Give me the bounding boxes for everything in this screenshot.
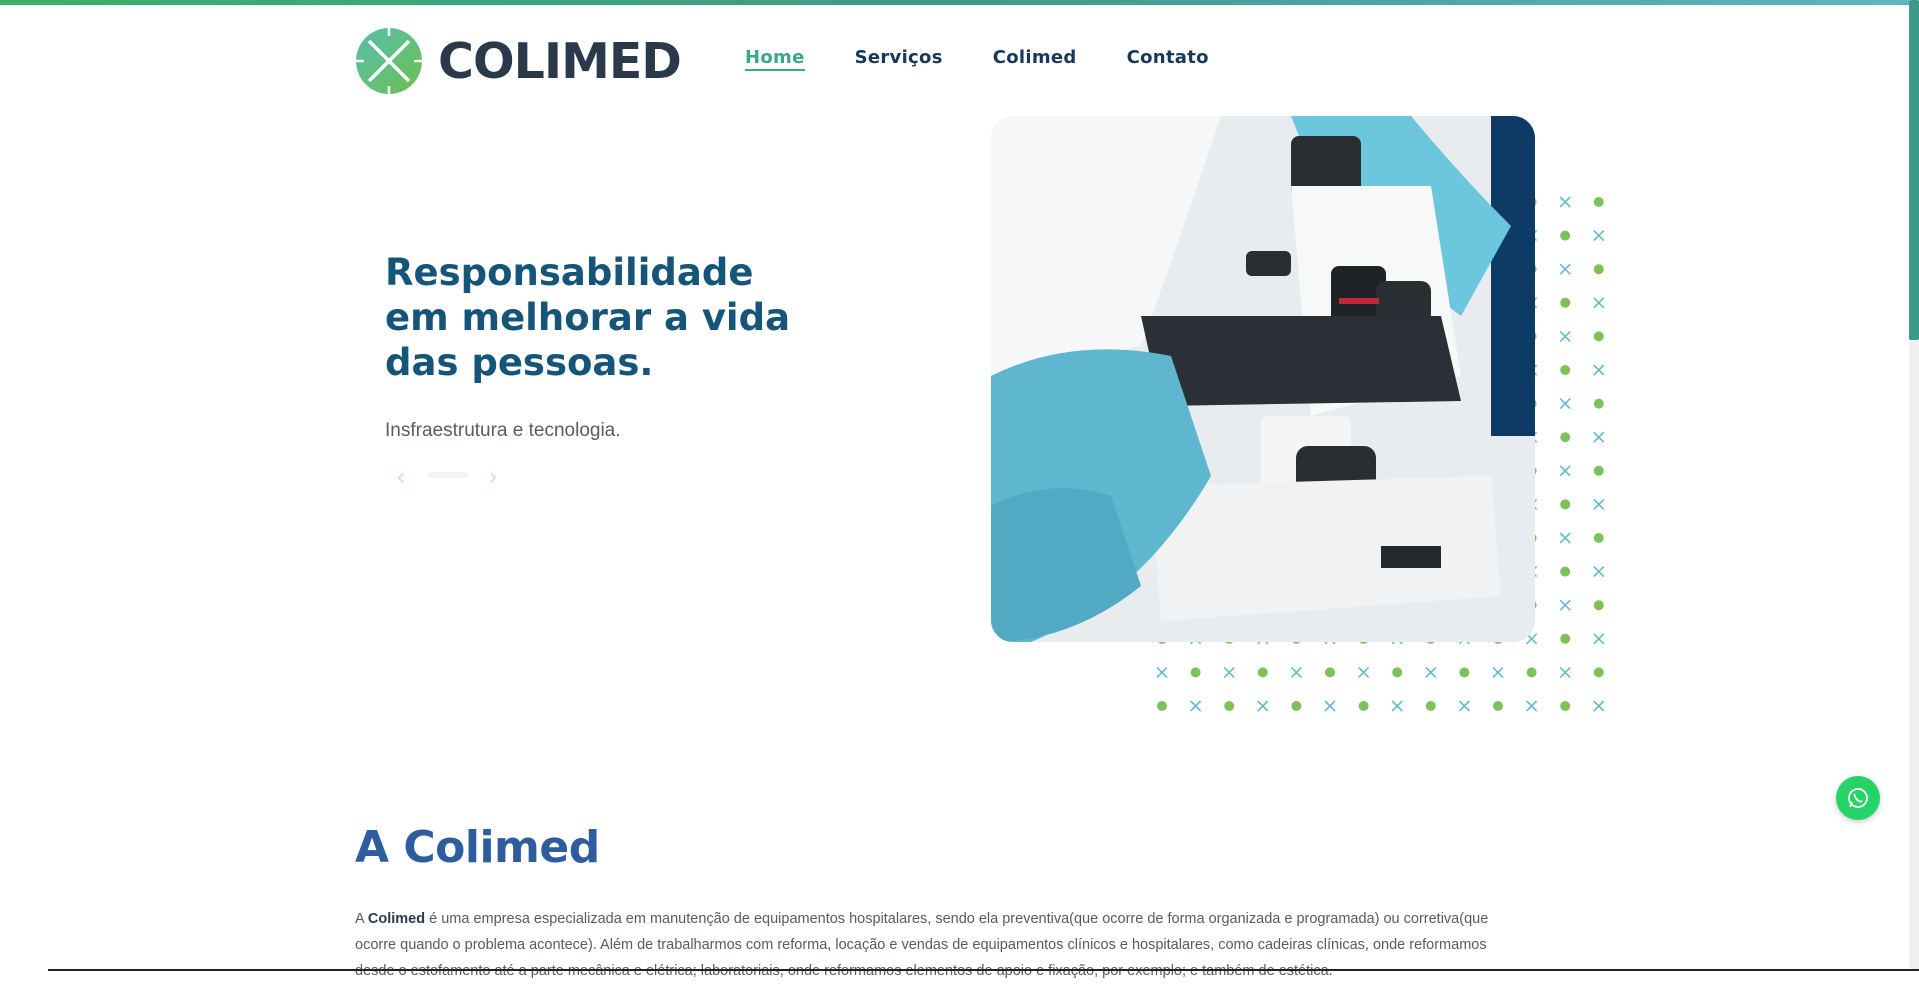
- pattern-x-mark: [1559, 398, 1571, 410]
- pattern-x-mark: [1559, 263, 1571, 275]
- pattern-x-mark: [1559, 465, 1571, 477]
- pattern-x-mark: [1559, 330, 1571, 342]
- pattern-x-mark: [1593, 230, 1605, 242]
- nav-contato[interactable]: Contato: [1127, 47, 1209, 71]
- pattern-x-mark: [1190, 700, 1202, 712]
- nav-servicos[interactable]: Serviços: [855, 47, 943, 71]
- pattern-dot: [1560, 499, 1571, 510]
- about-brand: Colimed: [367, 911, 426, 927]
- hero-image-microscope: [991, 116, 1535, 642]
- pattern-dot: [1560, 566, 1571, 577]
- about-prefix: A: [355, 911, 368, 927]
- pattern-x-mark: [1593, 364, 1605, 376]
- pattern-dot: [1560, 633, 1571, 644]
- pattern-dot: [1593, 264, 1604, 275]
- nav-colimed[interactable]: Colimed: [993, 47, 1077, 71]
- pattern-x-mark: [1559, 532, 1571, 544]
- pattern-dot: [1291, 701, 1302, 711]
- pattern-x-mark: [1425, 666, 1437, 678]
- pattern-dot: [1358, 701, 1369, 711]
- pattern-dot: [1459, 667, 1470, 678]
- whatsapp-icon: [1848, 788, 1868, 808]
- pattern-x-mark: [1526, 700, 1538, 712]
- hero-title: Responsabilidade em melhorar a vida das …: [385, 251, 791, 384]
- pattern-dot: [1593, 398, 1604, 409]
- brand-logo[interactable]: COLIMED: [355, 27, 682, 95]
- pattern-dot: [1593, 667, 1604, 678]
- nav-home[interactable]: Home: [745, 47, 805, 71]
- pattern-x-mark: [1559, 196, 1571, 208]
- pattern-dot: [1593, 331, 1604, 342]
- pattern-dot: [1224, 701, 1235, 711]
- pattern-x-mark: [1559, 666, 1571, 678]
- pattern-dot: [1325, 667, 1335, 678]
- chevron-left-icon[interactable]: ‹: [386, 462, 416, 492]
- pattern-x-mark: [1290, 666, 1302, 678]
- pattern-dot: [1257, 667, 1268, 678]
- pattern-dot: [1593, 600, 1604, 611]
- pattern-x-mark: [1492, 666, 1504, 678]
- about-title: A Colimed: [355, 822, 600, 873]
- pattern-x-mark: [1593, 633, 1605, 645]
- pattern-x-mark: [1593, 498, 1605, 510]
- logo-x-icon: [356, 28, 422, 94]
- pattern-x-mark: [1223, 666, 1235, 678]
- pattern-x-mark: [1559, 599, 1571, 611]
- pattern-dot: [1493, 701, 1503, 711]
- pattern-dot: [1560, 365, 1571, 375]
- pattern-dot: [1190, 667, 1201, 678]
- scrollbar-thumb[interactable]: [1909, 0, 1919, 340]
- pattern-x-mark: [1391, 700, 1403, 712]
- about-paragraph: A Colimed é uma empresa especializada em…: [355, 906, 1530, 984]
- pattern-dot: [1593, 197, 1604, 207]
- site-header: COLIMED Home Serviços Colimed Contato: [0, 5, 1919, 105]
- pattern-x-mark: [1324, 700, 1336, 712]
- pattern-dot: [1560, 297, 1571, 308]
- pattern-x-mark: [1593, 700, 1605, 712]
- hero-subtitle: Insfraestrutura e tecnologia.: [385, 420, 621, 441]
- pattern-x-mark: [1458, 700, 1470, 712]
- pattern-x-mark: [1257, 700, 1269, 712]
- pattern-dot: [1560, 432, 1571, 443]
- pattern-dot: [1560, 701, 1571, 711]
- whatsapp-button[interactable]: [1836, 776, 1880, 820]
- pattern-dot: [1593, 533, 1604, 543]
- slider-indicator: [428, 472, 468, 478]
- main-nav: Home Serviços Colimed Contato: [745, 47, 1209, 71]
- pattern-x-mark: [1156, 666, 1168, 678]
- pattern-x-mark: [1593, 431, 1605, 443]
- pattern-dot: [1392, 667, 1403, 678]
- microscope-illustration: [991, 116, 1535, 642]
- scrollbar-track[interactable]: [1909, 0, 1919, 971]
- pattern-dot: [1560, 230, 1571, 241]
- pattern-dot: [1593, 465, 1604, 476]
- pattern-x-mark: [1593, 297, 1605, 309]
- pattern-dot: [1425, 701, 1436, 711]
- logo-wordmark: COLIMED: [438, 33, 682, 90]
- pattern-dot: [1157, 701, 1167, 711]
- pattern-x-mark: [1593, 566, 1605, 578]
- pattern-x-mark: [1358, 666, 1370, 678]
- chevron-right-icon[interactable]: ›: [478, 462, 508, 492]
- pattern-dot: [1526, 667, 1537, 678]
